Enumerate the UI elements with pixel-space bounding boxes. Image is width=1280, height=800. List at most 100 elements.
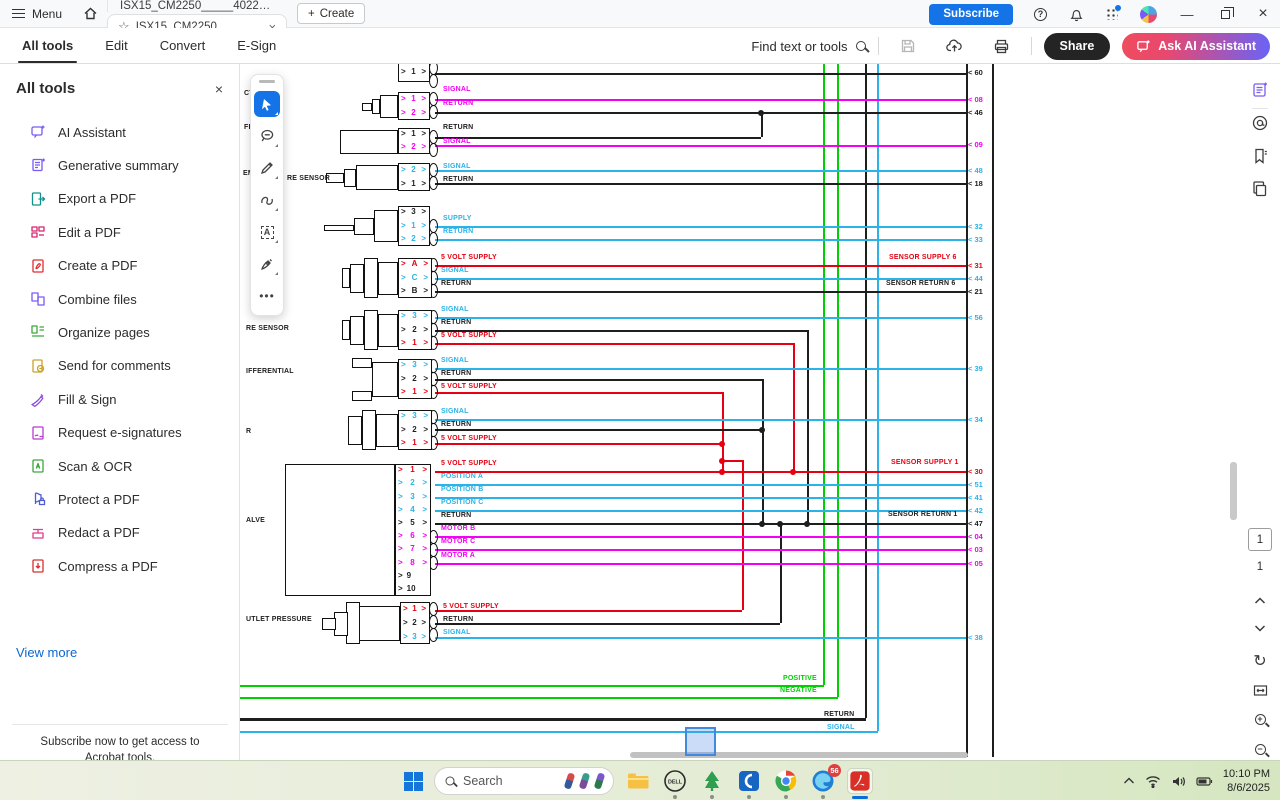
create-tab-button[interactable]: + Create — [297, 3, 365, 24]
wire-horizontal — [435, 471, 966, 473]
apps-grid-button[interactable] — [1097, 0, 1127, 28]
scroll-position-indicator[interactable] — [685, 727, 716, 756]
tool-item-export[interactable]: Export a PDF — [0, 185, 240, 213]
sign-tool-button[interactable] — [254, 251, 280, 277]
start-button[interactable] — [404, 772, 423, 791]
tool-item-organize[interactable]: Organize pages — [0, 318, 240, 346]
taskbar-app-green-tree-app[interactable] — [699, 768, 725, 794]
generative-summary-icon[interactable] — [1251, 81, 1269, 99]
tool-item-send[interactable]: Send for comments — [0, 352, 240, 380]
battery-icon[interactable] — [1196, 776, 1213, 787]
wire-label: RETURN — [441, 280, 471, 287]
squiggle-icon — [259, 192, 275, 208]
taskbar-app-file-explorer[interactable] — [625, 768, 651, 794]
comments-icon[interactable] — [1251, 114, 1269, 132]
ecm-pin-number: < 08 — [968, 96, 983, 104]
notifications-button[interactable] — [1060, 0, 1093, 28]
tool-item-summary[interactable]: Generative summary — [0, 151, 240, 179]
toolbar-tab-all-tools[interactable]: All tools — [18, 28, 77, 63]
taskbar-app-blue-app[interactable] — [736, 768, 762, 794]
taskbar-app-dell-app[interactable]: DELL — [662, 768, 688, 794]
ecm-pin-number: < 42 — [968, 507, 983, 515]
upload-cloud-button[interactable] — [937, 28, 972, 64]
draw-tool-button[interactable] — [254, 187, 280, 213]
tool-item-redact[interactable]: Redact a PDF — [0, 519, 240, 547]
wire-horizontal — [435, 392, 722, 394]
divider — [12, 724, 228, 725]
fit-width-icon — [1253, 684, 1268, 697]
tool-item-ai[interactable]: AI Assistant — [0, 118, 240, 146]
more-tools-button[interactable]: ••• — [254, 283, 280, 309]
tool-item-edit[interactable]: Edit a PDF — [0, 218, 240, 246]
print-button[interactable] — [984, 28, 1019, 64]
taskbar-app-chrome[interactable] — [773, 768, 799, 794]
minimize-button[interactable]: — — [1170, 0, 1204, 28]
wire-label: SIGNAL — [441, 408, 469, 415]
tray-chevron-icon[interactable] — [1123, 777, 1135, 785]
tool-item-esign[interactable]: Request e-signatures — [0, 419, 240, 447]
volume-icon[interactable] — [1171, 775, 1186, 788]
share-button[interactable]: Share — [1044, 33, 1111, 60]
wire-vertical — [865, 64, 867, 718]
tool-item-fill[interactable]: Fill & Sign — [0, 385, 240, 413]
panel-close-button[interactable]: × — [215, 81, 223, 97]
document-tab-2[interactable]: ISX15_CM2250_____4022234.... — [107, 0, 287, 12]
menu-button[interactable]: Menu — [0, 0, 74, 27]
wire-label: SIGNAL — [443, 629, 471, 636]
current-page-input[interactable]: 1 — [1248, 528, 1272, 551]
tool-item-create[interactable]: Create a PDF — [0, 252, 240, 280]
tool-item-scan[interactable]: Scan & OCR — [0, 452, 240, 480]
zoom-in-button[interactable]: + — [1250, 709, 1270, 729]
horizontal-scrollbar-thumb[interactable] — [630, 752, 968, 758]
toolbar-tab-edit[interactable]: Edit — [101, 28, 131, 63]
wire-label: RETURN — [441, 370, 471, 377]
fit-width-button[interactable] — [1250, 680, 1270, 700]
previous-page-button[interactable] — [1250, 591, 1270, 611]
taskbar-search[interactable]: Search — [434, 767, 614, 795]
highlight-tool-button[interactable] — [254, 155, 280, 181]
select-tool-button[interactable] — [254, 91, 280, 117]
clock[interactable]: 10:10 PM 8/6/2025 — [1223, 767, 1270, 796]
clock-date: 8/6/2025 — [1223, 781, 1270, 795]
taskbar-app-edge-mail[interactable]: 56 — [810, 768, 836, 794]
textbox-tool-button[interactable]: A — [254, 219, 280, 245]
save-button[interactable] — [891, 28, 925, 64]
wire-vertical — [762, 379, 764, 523]
wire-label: RETURN — [443, 124, 473, 131]
taskbar-app-acrobat[interactable] — [847, 768, 873, 794]
brush-icon — [564, 772, 576, 789]
tool-item-label: Scan & OCR — [58, 459, 132, 474]
profile-button[interactable] — [1131, 0, 1166, 28]
menu-label: Menu — [32, 7, 62, 21]
toolbar-tab-convert[interactable]: Convert — [156, 28, 210, 63]
palette-drag-handle[interactable] — [259, 80, 275, 83]
tool-item-label: Fill & Sign — [58, 392, 117, 407]
connector-body — [352, 391, 372, 401]
tool-item-compress[interactable]: Compress a PDF — [0, 552, 240, 580]
wire-vertical — [992, 64, 994, 757]
close-button[interactable]: × — [1246, 0, 1280, 28]
tool-item-combine[interactable]: Combine files — [0, 285, 240, 313]
subscribe-button-top[interactable]: Subscribe — [929, 4, 1013, 25]
find-text-button[interactable]: Find text or tools — [751, 39, 865, 54]
brush-icon — [594, 772, 606, 789]
home-button[interactable] — [74, 0, 107, 27]
vertical-scrollbar-thumb[interactable] — [1230, 462, 1237, 520]
attachments-icon[interactable] — [1251, 180, 1269, 198]
ecm-pin-number: < 34 — [968, 416, 983, 424]
tool-item-protect[interactable]: Protect a PDF — [0, 485, 240, 513]
view-more-link[interactable]: View more — [16, 645, 77, 660]
windows-taskbar: Search DELL 56 10:10 PM 8/6/2025 — [0, 760, 1280, 800]
bookmarks-icon[interactable] — [1251, 147, 1269, 165]
restore-button[interactable] — [1208, 0, 1242, 28]
ask-ai-assistant-button[interactable]: Ask AI Assistant — [1122, 33, 1270, 60]
toolbar-tab-e-sign[interactable]: E-Sign — [233, 28, 280, 63]
next-page-button[interactable] — [1250, 618, 1270, 638]
wire-label: SIGNAL — [443, 138, 471, 145]
pdf-page-wiring-diagram[interactable]: >1>>1>>2>>1>>2>>2>>1>>3>>1>>2>>A>>C>>B>>… — [240, 64, 1240, 760]
help-button[interactable]: ? — [1025, 0, 1056, 28]
wifi-icon[interactable] — [1145, 775, 1161, 788]
zoom-out-button[interactable]: − — [1250, 739, 1270, 759]
comment-tool-button[interactable] — [254, 123, 280, 149]
rotate-refresh-button[interactable]: ↻ — [1250, 651, 1270, 671]
